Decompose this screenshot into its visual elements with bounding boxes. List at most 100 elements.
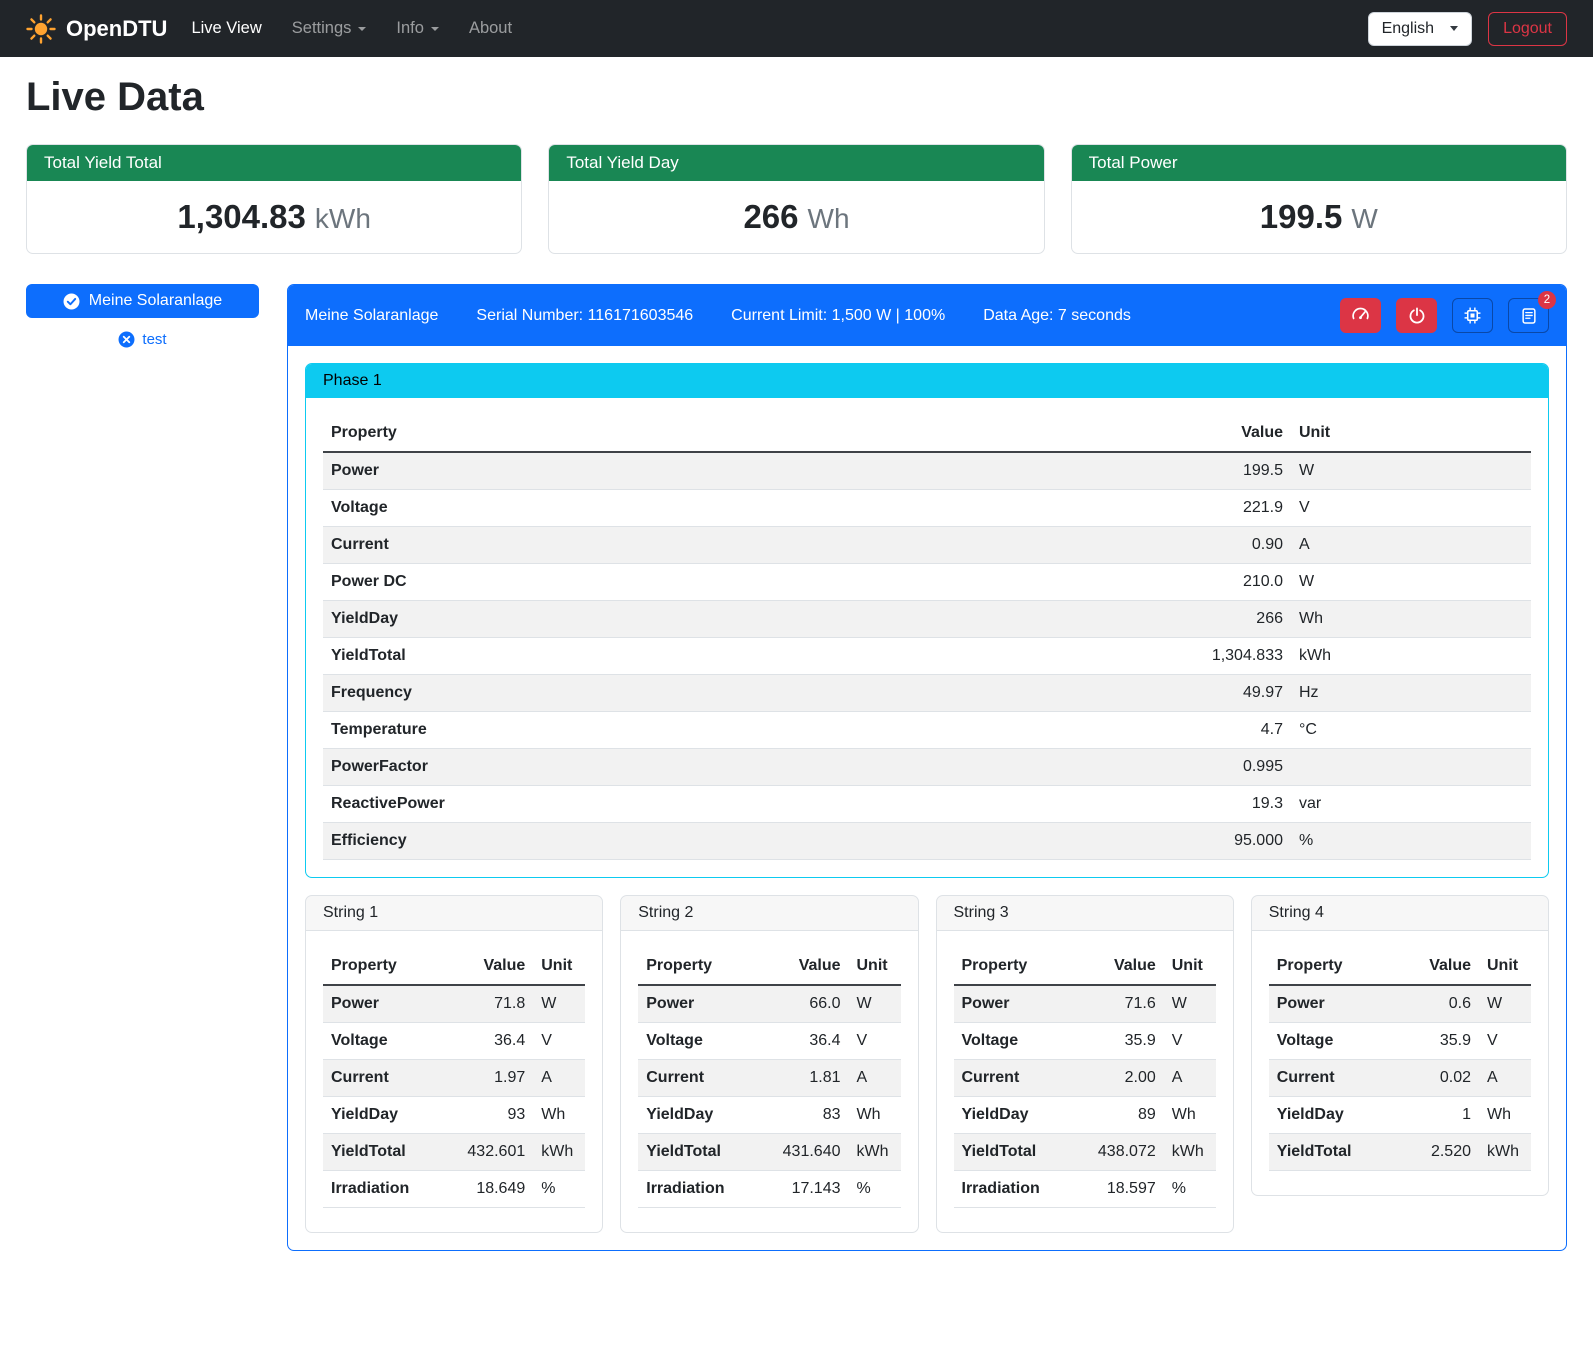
table-row: Power71.8W [323, 985, 585, 1023]
table-row: Power DC210.0W [323, 564, 1531, 601]
total-yield-day-value: 266 [743, 198, 798, 235]
row-value: 2.00 [1071, 1060, 1163, 1097]
row-value: 210.0 [902, 564, 1291, 601]
device-info-button[interactable] [1452, 298, 1493, 333]
brand-link[interactable]: OpenDTU [26, 14, 167, 44]
row-property: Power [323, 452, 902, 490]
row-unit: % [1291, 823, 1531, 860]
limit-settings-button[interactable] [1340, 298, 1381, 333]
row-value: 0.90 [902, 527, 1291, 564]
row-property: Voltage [954, 1023, 1072, 1060]
table-header-row: Property Value Unit [1269, 948, 1531, 985]
row-value: 36.4 [441, 1023, 533, 1060]
row-unit: W [1479, 985, 1531, 1023]
serial-number: Serial Number: 116171603546 [476, 307, 693, 325]
table-row: Temperature4.7°C [323, 712, 1531, 749]
card-body: 266Wh [549, 181, 1043, 253]
row-value: 199.5 [902, 452, 1291, 490]
row-unit: Hz [1291, 675, 1531, 712]
row-property: PowerFactor [323, 749, 902, 786]
event-log-button[interactable]: 2 [1508, 298, 1549, 333]
phase-1-header: Phase 1 [306, 364, 1548, 398]
nav-item-settings[interactable]: Settings [292, 19, 367, 38]
table-row: Efficiency95.000% [323, 823, 1531, 860]
row-property: Current [323, 1060, 441, 1097]
row-property: YieldTotal [638, 1134, 756, 1171]
row-property: Current [954, 1060, 1072, 1097]
row-unit: Wh [1291, 601, 1531, 638]
chevron-down-icon [1450, 26, 1458, 31]
string-1-table: Property Value Unit Power71.8W Voltage36… [323, 948, 585, 1208]
sun-icon [26, 14, 56, 44]
event-count-badge: 2 [1538, 291, 1556, 309]
row-value: 438.072 [1071, 1134, 1163, 1171]
x-circle-icon [118, 331, 135, 348]
row-property: Irradiation [323, 1171, 441, 1208]
table-row: YieldTotal432.601kWh [323, 1134, 585, 1171]
row-value: 93 [441, 1097, 533, 1134]
row-value: 0.995 [902, 749, 1291, 786]
column-header-unit: Unit [1291, 415, 1531, 452]
nav-item-info[interactable]: Info [396, 19, 439, 38]
table-row: Power71.6W [954, 985, 1216, 1023]
nav-item-about[interactable]: About [469, 19, 512, 38]
logout-button[interactable]: Logout [1488, 12, 1567, 46]
row-value: 266 [902, 601, 1291, 638]
row-value: 89 [1071, 1097, 1163, 1134]
power-icon [1408, 307, 1426, 325]
inverter-item-test[interactable]: test [26, 331, 259, 348]
total-yield-total-value: 1,304.83 [177, 198, 305, 235]
card-header: Total Yield Total [27, 145, 521, 181]
row-property: Current [1269, 1060, 1397, 1097]
table-row: YieldDay89Wh [954, 1097, 1216, 1134]
table-header-row: Property Value Unit [638, 948, 900, 985]
row-value: 1.81 [756, 1060, 848, 1097]
row-unit: Wh [1164, 1097, 1216, 1134]
column-header-unit: Unit [1164, 948, 1216, 985]
row-unit: kWh [1479, 1134, 1531, 1171]
column-header-unit: Unit [533, 948, 585, 985]
table-row: Frequency49.97Hz [323, 675, 1531, 712]
row-property: Current [323, 527, 902, 564]
column-header-unit: Unit [849, 948, 901, 985]
row-unit: Wh [1479, 1097, 1531, 1134]
column-header-property: Property [638, 948, 756, 985]
row-unit: A [1164, 1060, 1216, 1097]
string-cards: String 1 Property Value Unit [305, 895, 1549, 1233]
data-age: Data Age: 7 seconds [983, 307, 1131, 325]
row-property: YieldTotal [323, 1134, 441, 1171]
row-value: 18.649 [441, 1171, 533, 1208]
language-select[interactable]: English [1368, 12, 1472, 46]
row-value: 431.640 [756, 1134, 848, 1171]
row-unit: var [1291, 786, 1531, 823]
table-row: Voltage35.9V [954, 1023, 1216, 1060]
table-header-row: Property Value Unit [323, 415, 1531, 452]
row-property: YieldDay [954, 1097, 1072, 1134]
power-toggle-button[interactable] [1396, 298, 1437, 333]
row-value: 1 [1397, 1097, 1479, 1134]
inverter-title: Meine Solaranlage [305, 307, 438, 325]
table-row: Current1.81A [638, 1060, 900, 1097]
column-header-property: Property [954, 948, 1072, 985]
row-value: 35.9 [1071, 1023, 1163, 1060]
total-yield-total-card: Total Yield Total 1,304.83kWh [26, 144, 522, 254]
table-row: Current0.02A [1269, 1060, 1531, 1097]
nav-item-live-view[interactable]: Live View [191, 19, 261, 38]
row-value: 18.597 [1071, 1171, 1163, 1208]
row-value: 83 [756, 1097, 848, 1134]
row-value: 1,304.833 [902, 638, 1291, 675]
row-unit: kWh [533, 1134, 585, 1171]
table-row: Power199.5W [323, 452, 1531, 490]
summary-cards: Total Yield Total 1,304.83kWh Total Yiel… [26, 144, 1567, 254]
inverter-select-button[interactable]: Meine Solaranlage [26, 284, 259, 318]
row-value: 2.520 [1397, 1134, 1479, 1171]
table-header-row: Property Value Unit [954, 948, 1216, 985]
inverter-sidebar: Meine Solaranlage test [26, 284, 259, 348]
row-property: Temperature [323, 712, 902, 749]
phase-1-card: Phase 1 Property Value Unit Power199.5W [305, 363, 1549, 878]
row-unit: A [1479, 1060, 1531, 1097]
column-header-value: Value [1397, 948, 1479, 985]
column-header-property: Property [1269, 948, 1397, 985]
row-unit: V [849, 1023, 901, 1060]
row-value: 221.9 [902, 490, 1291, 527]
